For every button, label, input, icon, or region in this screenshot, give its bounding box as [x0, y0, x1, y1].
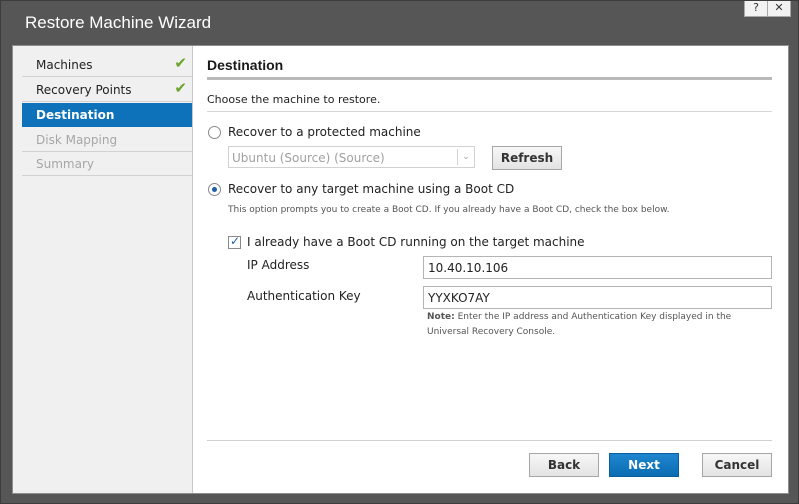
auth-key-label: Authentication Key: [247, 289, 361, 303]
checkmark-icon: ✔: [174, 79, 187, 97]
step-destination[interactable]: Destination: [22, 103, 192, 127]
step-label: Machines: [36, 58, 93, 72]
step-machines[interactable]: Machines ✔: [22, 53, 192, 77]
protected-machine-radio[interactable]: [208, 126, 221, 139]
auth-key-input[interactable]: YYXKO7AY: [423, 286, 772, 309]
restore-wizard-window: Restore Machine Wizard ? ✕ Machines ✔ Re…: [0, 0, 799, 504]
wizard-content: Machines ✔ Recovery Points ✔ Destination…: [12, 45, 789, 494]
title-divider: [207, 77, 772, 80]
chevron-down-icon: ⌄: [457, 149, 474, 165]
window-title: Restore Machine Wizard: [25, 13, 212, 32]
boot-cd-running-checkbox[interactable]: [228, 234, 241, 249]
cancel-button[interactable]: Cancel: [702, 453, 772, 477]
boot-cd-description: This option prompts you to create a Boot…: [228, 205, 670, 215]
step-label: Disk Mapping: [36, 133, 118, 147]
ip-address-input[interactable]: 10.40.10.106: [423, 256, 772, 279]
step-label: Summary: [36, 157, 94, 171]
auth-note: Note: Enter the IP address and Authentic…: [427, 310, 772, 340]
note-label: Note:: [427, 312, 455, 322]
boot-cd-radio[interactable]: [208, 183, 221, 196]
boot-cd-running-label[interactable]: I already have a Boot CD running on the …: [247, 235, 585, 249]
refresh-button[interactable]: Refresh: [492, 146, 562, 170]
title-bar: Restore Machine Wizard ? ✕: [1, 1, 798, 45]
step-disk-mapping: Disk Mapping: [22, 128, 192, 152]
page-subtitle: Choose the machine to restore.: [207, 93, 381, 106]
close-button[interactable]: ✕: [767, 1, 791, 17]
step-label: Destination: [36, 108, 115, 122]
page-title: Destination: [207, 57, 284, 73]
ip-address-label: IP Address: [247, 258, 310, 272]
boot-cd-label[interactable]: Recover to any target machine using a Bo…: [228, 182, 514, 196]
help-button[interactable]: ?: [744, 1, 768, 17]
checkmark-icon: ✔: [174, 54, 187, 72]
next-button[interactable]: Next: [609, 453, 679, 477]
step-summary: Summary: [22, 152, 192, 176]
step-recovery-points[interactable]: Recovery Points ✔: [22, 78, 192, 102]
note-text-line1: Enter the IP address and Authentication …: [454, 312, 732, 322]
note-text-line2: Universal Recovery Console.: [427, 327, 556, 337]
wizard-steps-sidebar: Machines ✔ Recovery Points ✔ Destination…: [13, 46, 193, 493]
footer-divider: [207, 440, 772, 441]
destination-panel: Destination Choose the machine to restor…: [207, 46, 772, 493]
subtitle-divider: [207, 111, 772, 112]
protected-machine-label[interactable]: Recover to a protected machine: [228, 125, 421, 139]
protected-machine-select[interactable]: Ubuntu (Source) (Source) ⌄: [228, 146, 475, 168]
select-value: Ubuntu (Source) (Source): [232, 151, 385, 165]
step-label: Recovery Points: [36, 83, 132, 97]
back-button[interactable]: Back: [529, 453, 599, 477]
